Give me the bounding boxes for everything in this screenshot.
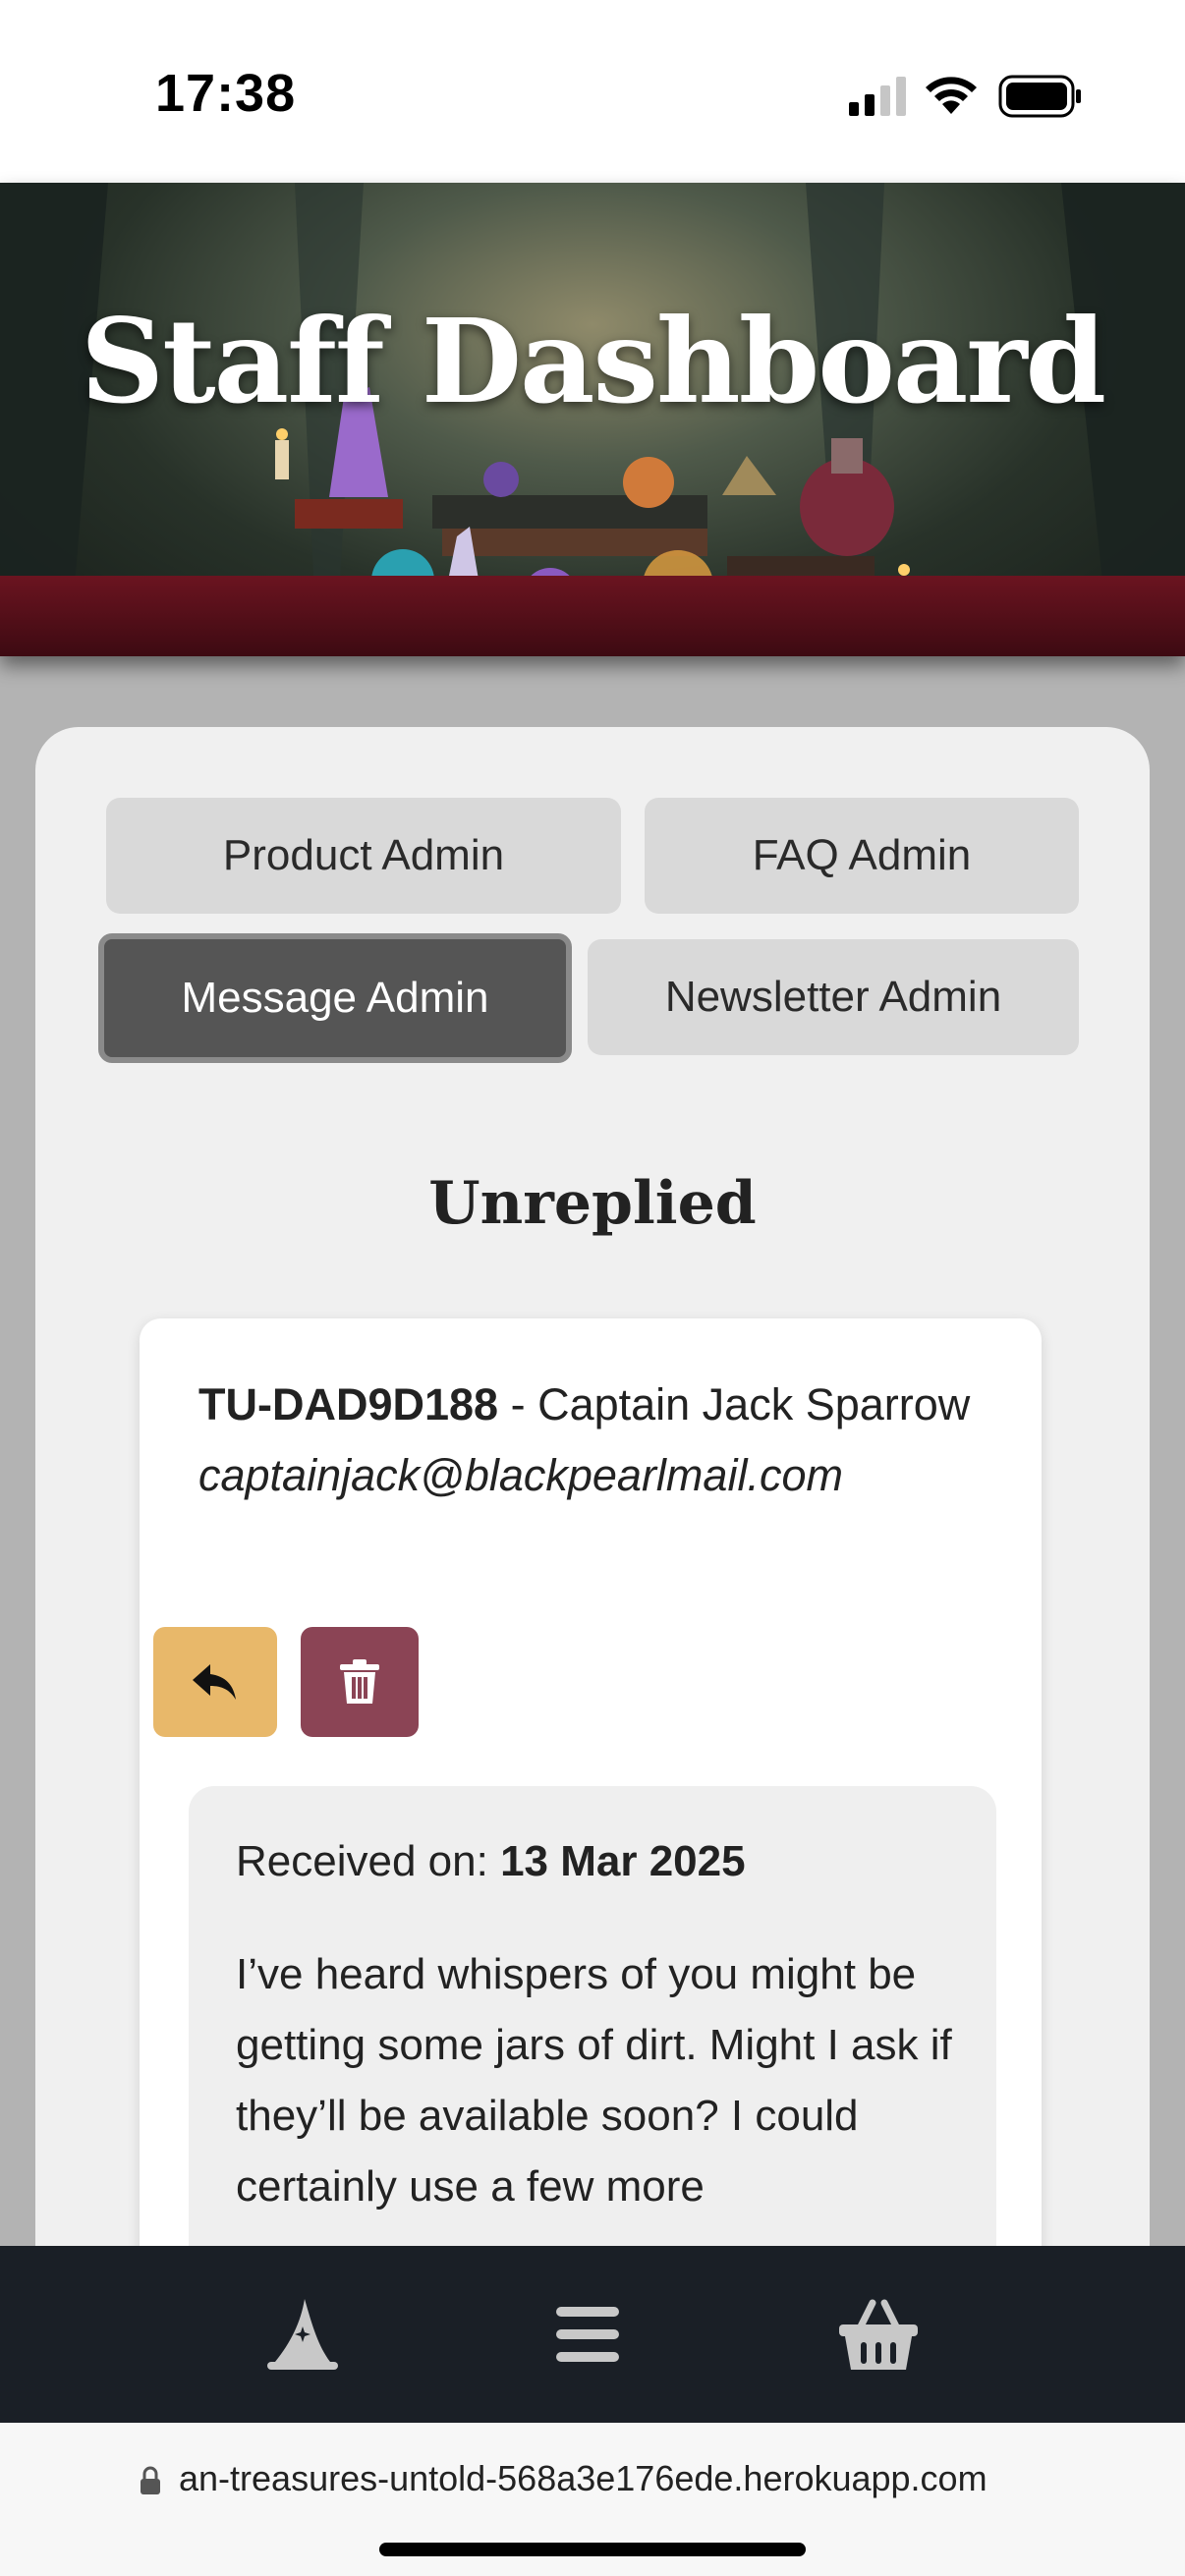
page: 17:38 Staff Dashboard Product Admin FAQ … xyxy=(0,0,1185,2576)
url-text: an-treasures-untold-568a3e176ede.herokua… xyxy=(179,2458,988,2498)
wifi-icon xyxy=(926,77,977,114)
received-date: 13 Mar 2025 xyxy=(500,1837,746,1885)
signal-icon xyxy=(849,77,906,116)
status-bar: 17:38 xyxy=(0,0,1185,183)
message-body: Received on: 13 Mar 2025 I’ve heard whis… xyxy=(189,1786,996,2277)
product-admin-button[interactable]: Product Admin xyxy=(106,798,621,914)
received-date-line: Received on: 13 Mar 2025 xyxy=(236,1837,746,1886)
bottom-nav xyxy=(0,2246,1185,2423)
message-email: captainjack@blackpearlmail.com xyxy=(198,1450,843,1500)
message-id: TU-DAD9D188 xyxy=(198,1379,499,1429)
home-indicator[interactable] xyxy=(379,2543,806,2556)
wizard-hat-icon[interactable] xyxy=(261,2293,344,2376)
received-label: Received on: xyxy=(236,1837,501,1885)
browser-url-bar[interactable]: an-treasures-untold-568a3e176ede.herokua… xyxy=(0,2423,1185,2576)
basket-icon[interactable] xyxy=(837,2293,920,2376)
reply-button[interactable] xyxy=(153,1627,277,1737)
reply-icon xyxy=(193,1664,236,1700)
message-header: TU-DAD9D188 - Captain Jack Sparrow capta… xyxy=(198,1370,985,1511)
section-heading: Unreplied xyxy=(428,1169,757,1238)
message-sender: Captain Jack Sparrow xyxy=(537,1379,971,1429)
trash-icon xyxy=(340,1659,379,1704)
hero-banner: Staff Dashboard xyxy=(0,183,1185,656)
battery-icon xyxy=(998,75,1081,118)
message-admin-button[interactable]: Message Admin xyxy=(98,933,572,1063)
message-text: I’ve heard whispers of you might be gett… xyxy=(236,1950,952,2211)
message-separator: - xyxy=(498,1379,538,1429)
menu-icon[interactable] xyxy=(546,2293,629,2376)
hero-table-surface xyxy=(0,576,1185,656)
newsletter-admin-button[interactable]: Newsletter Admin xyxy=(588,939,1079,1055)
delete-button[interactable] xyxy=(301,1627,419,1737)
faq-admin-button[interactable]: FAQ Admin xyxy=(645,798,1079,914)
lock-icon xyxy=(141,2466,160,2494)
status-time: 17:38 xyxy=(155,64,297,123)
page-title: Staff Dashboard xyxy=(80,293,1106,429)
